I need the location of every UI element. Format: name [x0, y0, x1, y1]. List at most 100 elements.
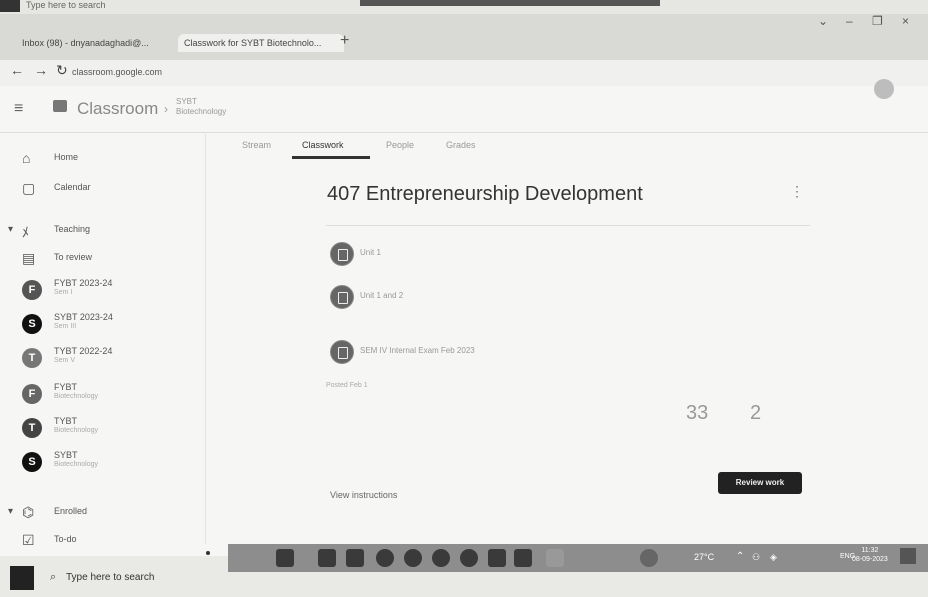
tab-classwork[interactable]: Classwork for SYBT Biotechnolo...	[178, 34, 344, 52]
class-name: SYBT 2023-24	[54, 312, 113, 322]
tab-inbox[interactable]: Inbox (98) - dnyanadaghadi@...	[16, 34, 188, 52]
profile-avatar[interactable]	[874, 79, 894, 99]
sidebar-item-label: Home	[54, 152, 79, 162]
tab-search-icon[interactable]: ⌄	[818, 14, 828, 28]
sidebar-item-enrolled[interactable]: ▾ ⌬ Enrolled	[8, 500, 194, 528]
new-tab-button[interactable]: +	[340, 32, 349, 50]
app-icon[interactable]	[546, 549, 564, 567]
sidebar-class-fybt[interactable]: F FYBT Biotechnology	[14, 382, 194, 410]
avatar: F	[22, 280, 42, 300]
weather-icon[interactable]	[640, 549, 658, 567]
review-work-button[interactable]: Review work	[718, 472, 802, 494]
tab-stream[interactable]: Stream	[242, 140, 271, 150]
windows-start-button[interactable]	[10, 566, 34, 590]
class-name: TYBT	[54, 416, 78, 426]
top-search-text[interactable]: Type here to search	[26, 0, 106, 10]
taskbar-search-input[interactable]: Type here to search	[66, 572, 154, 583]
view-instructions-link[interactable]: View instructions	[330, 490, 397, 500]
posted-date: Posted Feb 1	[326, 382, 368, 389]
weather-temp[interactable]: 27°C	[694, 552, 714, 562]
tab-grades[interactable]: Grades	[446, 140, 476, 150]
store-icon[interactable]	[514, 549, 532, 567]
minimize-button[interactable]: –	[846, 14, 853, 28]
breadcrumb-class: SYBT	[176, 97, 197, 106]
media-app-icon[interactable]	[488, 549, 506, 567]
sidebar-class-fybt-2023[interactable]: F FYBT 2023-24 Sem I	[14, 278, 194, 306]
restore-button[interactable]: ❐	[872, 14, 883, 28]
taskbar-clock[interactable]: 11:32 08-09-2023	[852, 546, 888, 564]
scroll-indicator	[206, 551, 210, 555]
network-icon[interactable]: ⚇	[752, 552, 760, 563]
avatar: S	[22, 452, 42, 472]
close-button[interactable]: ×	[902, 14, 909, 28]
file-explorer-icon[interactable]	[318, 549, 336, 567]
tab-classwork-nav[interactable]: Classwork	[302, 140, 344, 150]
class-subtitle: Sem III	[54, 323, 77, 330]
assignment-title: SEM IV Internal Exam Feb 2023	[360, 346, 475, 355]
sidebar-class-sybt-2023[interactable]: S SYBT 2023-24 Sem III	[14, 312, 194, 340]
sidebar-class-sybt[interactable]: S SYBT Biotechnology	[14, 450, 194, 478]
class-subtitle: Sem V	[54, 357, 76, 364]
calendar-icon: ▢	[22, 180, 36, 196]
chevron-down-icon: ▾	[8, 224, 14, 235]
avatar: T	[22, 348, 42, 368]
class-subtitle: Biotechnology	[54, 393, 98, 400]
volume-icon[interactable]: ◈	[770, 552, 777, 563]
material-item-unit1[interactable]: Unit 1	[326, 240, 806, 270]
topic-divider	[326, 225, 810, 226]
turned-in-count[interactable]: 33	[686, 402, 708, 425]
class-name: FYBT 2023-24	[54, 278, 113, 288]
task-view-icon[interactable]	[276, 549, 294, 567]
breadcrumb-sub: Biotechnology	[176, 107, 227, 116]
sidebar-class-tybt[interactable]: T TYBT Biotechnology	[14, 416, 194, 444]
class-subtitle: Biotechnology	[54, 427, 98, 434]
edge-icon[interactable]	[404, 549, 422, 567]
firefox-icon[interactable]	[460, 549, 478, 567]
avatar: F	[22, 384, 42, 404]
chevron-down-icon: ▾	[8, 506, 14, 517]
sidebar-item-todo[interactable]: ☑ To-do	[14, 528, 194, 556]
tab-people[interactable]: People	[386, 140, 414, 150]
clock-date: 08-09-2023	[852, 556, 888, 563]
sidebar-class-tybt-2022[interactable]: T TYBT 2022-24 Sem V	[14, 346, 194, 374]
hamburger-menu-icon[interactable]: ≡	[14, 100, 23, 118]
clock-time: 11:32	[861, 547, 879, 554]
more-vert-icon[interactable]: ⋮	[790, 183, 804, 200]
assigned-count[interactable]: 2	[750, 402, 761, 425]
sidebar-item-teaching[interactable]: ▾ ﾒ Teaching	[8, 218, 194, 246]
topic-title: 407 Entrepreneurship Development	[327, 183, 643, 205]
chevron-right-icon: ›	[164, 102, 168, 116]
url-field[interactable]: classroom.google.com	[72, 67, 162, 77]
top-app-bar	[360, 0, 660, 6]
sidebar-item-to-review[interactable]: ▤ To review	[14, 246, 194, 274]
tray-chevron-up-icon[interactable]: ⌃	[736, 551, 744, 562]
todo-icon: ☑	[22, 532, 35, 548]
mail-app-icon[interactable]	[346, 549, 364, 567]
chrome-icon[interactable]	[376, 549, 394, 567]
header-divider	[0, 132, 928, 133]
assignment-item-sem-iv[interactable]: SEM IV Internal Exam Feb 2023	[326, 338, 806, 368]
windows-start-icon[interactable]	[0, 0, 20, 12]
sidebar-item-label: To-do	[54, 534, 77, 544]
sidebar-item-home[interactable]: ⌂ Home	[14, 146, 194, 174]
material-item-unit1-2[interactable]: Unit 1 and 2	[326, 283, 806, 313]
material-icon	[330, 242, 354, 266]
sidebar-item-label: Enrolled	[54, 506, 88, 516]
class-subtitle: Biotechnology	[54, 461, 98, 468]
search-icon[interactable]: ⌕	[50, 571, 56, 584]
reload-icon[interactable]: ↻	[56, 62, 68, 79]
breadcrumb[interactable]: SYBT Biotechnology	[176, 97, 226, 117]
graduation-cap-icon: ⌬	[22, 504, 35, 520]
sidebar-item-label: Teaching	[54, 224, 91, 234]
avatar: S	[22, 314, 42, 334]
class-name: SYBT	[54, 450, 78, 460]
sidebar-item-calendar[interactable]: ▢ Calendar	[14, 176, 194, 204]
forward-arrow-icon[interactable]: →	[34, 62, 48, 78]
people-icon: ﾒ	[22, 224, 29, 240]
notification-icon[interactable]	[900, 548, 916, 564]
class-name: TYBT 2022-24	[54, 346, 113, 356]
opera-icon[interactable]	[432, 549, 450, 567]
app-name[interactable]: Classroom	[77, 99, 158, 119]
assignment-icon	[330, 340, 354, 364]
back-arrow-icon[interactable]: ←	[10, 62, 24, 78]
